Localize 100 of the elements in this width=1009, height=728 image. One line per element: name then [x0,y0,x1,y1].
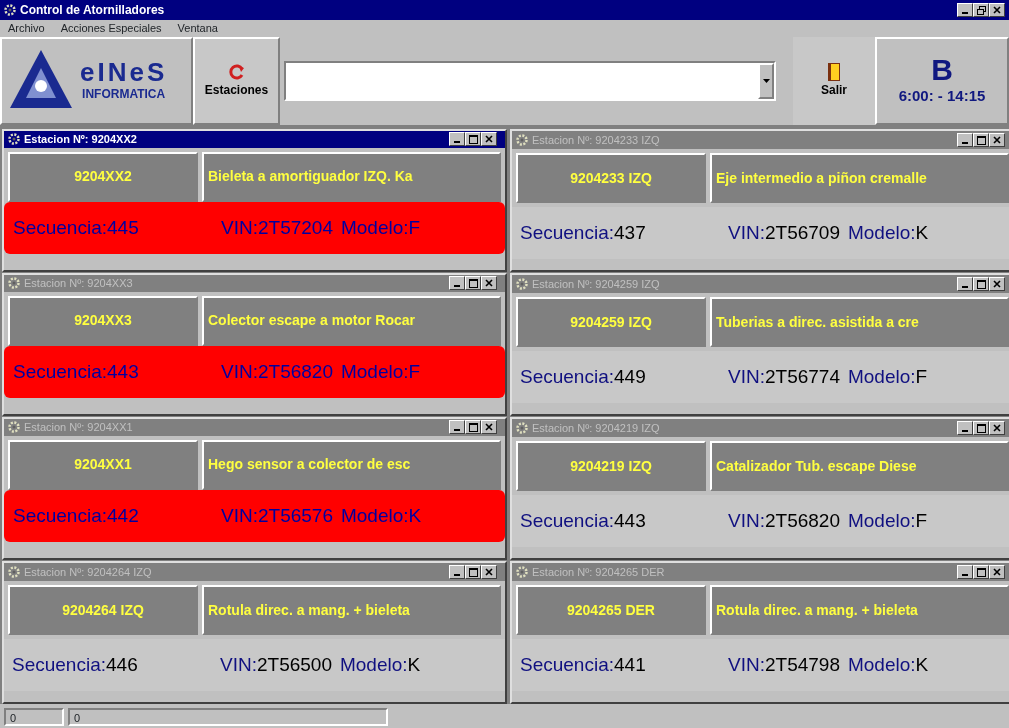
sequence-value: 442 [107,503,139,528]
model-value: K [408,503,422,528]
exit-button[interactable]: Salir [793,37,875,125]
minimize-button[interactable] [957,565,973,579]
gear-icon [516,134,528,146]
vin-label: VIN: [221,503,258,528]
maximize-button[interactable] [465,276,481,291]
vin-label: VIN: [728,652,765,677]
model-value: K [915,652,929,677]
refresh-icon [227,63,246,81]
model-value: F [915,364,928,389]
minimize-button[interactable] [957,133,973,147]
maximize-button[interactable] [973,133,989,147]
status-panel: 0 [68,708,388,726]
model-value: K [407,652,421,677]
sequence-label: Secuencia: [13,359,107,384]
sequence-label: Secuencia: [13,503,107,528]
minimize-button[interactable] [449,420,465,435]
window-title: Estacion Nº: 9204264 IZQ [24,564,152,580]
close-button[interactable] [989,133,1005,147]
sequence-label: Secuencia: [520,508,614,533]
model-label: Modelo: [340,359,409,384]
close-icon [993,280,1001,288]
minimize-button[interactable] [957,277,973,291]
minimize-button[interactable] [957,3,973,17]
sequence-label: Secuencia: [520,220,614,245]
model-value: F [408,359,421,384]
gear-icon [516,278,528,290]
close-icon [485,135,493,144]
station-code: 9204264 IZQ [8,585,198,635]
window-title: Estacion Nº: 9204259 IZQ [532,276,660,292]
sequence-label: Secuencia: [12,652,106,677]
close-icon [993,568,1001,576]
gear-icon [516,422,528,434]
operation-description: Catalizador Tub. escape Diese [710,441,1009,491]
close-button[interactable] [481,276,497,291]
close-icon [485,423,493,432]
dropdown-arrow-icon [762,79,770,83]
maximize-button[interactable] [465,132,481,147]
close-button[interactable] [481,565,497,579]
close-button[interactable] [481,132,497,147]
menu-item[interactable]: Archivo [8,20,45,37]
menu-item[interactable]: Ventana [177,20,218,37]
operation-description: Tuberias a direc. asistida a cre [710,297,1009,347]
gear-icon [8,421,20,434]
maximize-icon [976,567,986,577]
station-dropdown[interactable] [284,61,776,101]
model-label: Modelo: [847,508,916,533]
close-button[interactable] [481,420,497,435]
window-title: Estacion Nº: 9204XX3 [24,276,133,292]
maximize-button[interactable] [973,421,989,435]
close-icon [993,424,1001,432]
logo-subtitle: INFORMATICA [82,86,166,103]
maximize-button[interactable] [973,565,989,579]
sequence-value: 443 [614,508,646,533]
maximize-icon [976,135,986,145]
sequence-value: 437 [614,220,646,245]
vin-label: VIN: [728,220,765,245]
operation-description: Rotula direc. a mang. + bieleta [710,585,1009,635]
maximize-icon [976,279,986,289]
vin-value: 2T56500 [256,652,332,677]
minimize-button[interactable] [449,565,465,579]
minimize-button[interactable] [957,421,973,435]
close-button[interactable] [989,277,1005,291]
sequence-label: Secuencia: [520,364,614,389]
maximize-icon [468,567,478,577]
status-panel: 0 [4,708,64,726]
maximize-button[interactable] [465,420,481,435]
minimize-button[interactable] [449,276,465,291]
close-button[interactable] [989,421,1005,435]
operation-description: Rotula direc. a mang. + bieleta [202,585,501,635]
model-label: Modelo: [340,503,409,528]
vin-label: VIN: [220,652,257,677]
menu-item[interactable]: Acciones Especiales [60,20,162,37]
restore-button[interactable] [973,3,989,17]
operation-description: Bieleta a amortiguador IZQ. Ka [202,151,501,202]
gear-icon [8,566,20,578]
restore-icon [976,5,986,15]
station-code: 9204265 DER [516,585,706,635]
model-value: K [915,220,929,245]
logo-text: eINeS [80,59,168,85]
stations-button[interactable]: Estaciones [193,37,280,125]
maximize-button[interactable] [465,565,481,579]
station-code: 9204XX1 [8,439,198,490]
window-title: Estacion Nº: 9204XX1 [24,420,133,436]
vin-value: 2T56820 [257,359,333,384]
sequence-label: Secuencia: [520,652,614,677]
close-button[interactable] [989,3,1005,17]
gear-icon [4,4,16,16]
operation-description: Colector escape a motor Rocar [202,295,501,346]
operation-description: Eje intermedio a piñon cremalle [710,153,1009,203]
vin-label: VIN: [728,364,765,389]
shift-letter: B [931,54,953,85]
maximize-button[interactable] [973,277,989,291]
maximize-icon [468,422,478,432]
close-button[interactable] [989,565,1005,579]
vin-label: VIN: [221,359,258,384]
station-code: 9204XX3 [8,295,198,346]
minimize-button[interactable] [449,132,465,147]
sequence-value: 441 [614,652,646,677]
